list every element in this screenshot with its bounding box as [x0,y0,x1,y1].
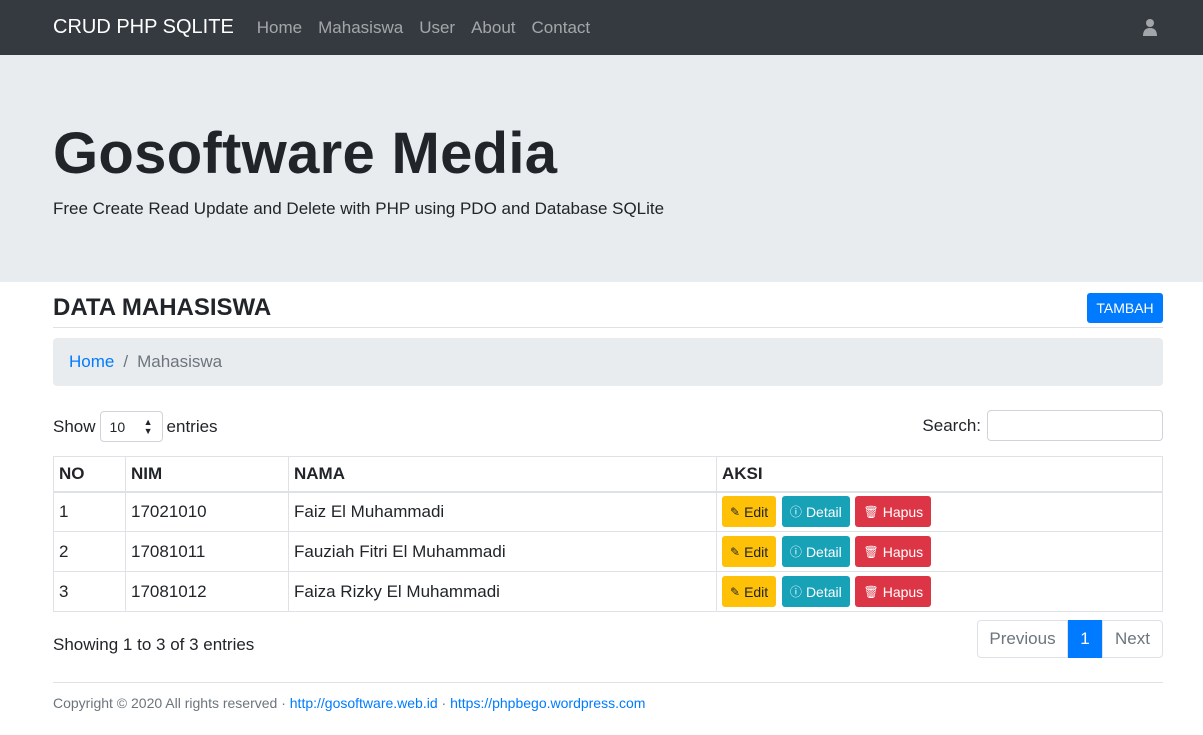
trash-icon: 🗑 [863,504,879,519]
footer-link-gosoftware[interactable]: http://gosoftware.web.id [290,695,438,711]
cell-aksi: ✎ Edit ⓘ Detail 🗑 Hapus [716,531,1163,572]
info-icon: ⓘ [789,505,802,520]
nav-link-user[interactable]: User [419,18,455,38]
delete-button[interactable]: 🗑 Hapus [855,536,932,567]
cell-aksi: ✎ Edit ⓘ Detail 🗑 Hapus [716,491,1163,532]
delete-label: Hapus [882,503,924,520]
info-icon: ⓘ [789,585,802,599]
breadcrumb-home-link[interactable]: Home [69,352,114,372]
delete-button[interactable]: 🗑 Hapus [855,496,932,528]
detail-button[interactable]: ⓘ Detail [781,576,850,607]
pagination-previous[interactable]: Previous [977,620,1068,658]
edit-icon: ✎ [730,584,741,599]
search-control: Search: [922,410,1163,441]
table-header-row: NO NIM NAMA AKSI [53,456,1163,493]
navbar-brand[interactable]: CRUD PHP SQLITE [53,16,234,39]
detail-button[interactable]: ⓘ Detail [781,536,850,567]
footer-separator: · [441,695,447,711]
search-input[interactable] [987,410,1163,441]
edit-icon: ✎ [730,504,741,519]
edit-button[interactable]: ✎ Edit [722,576,777,607]
table-row: 3 17081012 Faiza Rizky El Muhammadi ✎ Edi… [53,571,1163,612]
jumbotron: Gosoftware Media Free Create Read Update… [0,55,1203,282]
main-container: DATA MAHASISWA TAMBAH Home / Mahasiswa S… [0,282,1203,711]
edit-button[interactable]: ✎ Edit [722,496,777,528]
cell-nim: 17021010 [125,491,289,532]
detail-label: Detail [805,583,842,600]
length-control: Show 10 ▲ ▼ entries [53,411,218,442]
cell-no: 3 [53,571,126,612]
page-title: DATA MAHASISWA [53,294,272,321]
column-header-nim[interactable]: NIM [125,456,289,493]
breadcrumb-separator: / [123,352,129,371]
cell-nim: 17081011 [125,531,289,572]
pagination-page-1[interactable]: 1 [1068,620,1102,658]
show-label: Show [53,416,96,436]
search-label: Search: [922,415,981,435]
jumbotron-title: Gosoftware Media [53,121,558,186]
user-icon[interactable] [1143,18,1157,36]
add-button[interactable]: TAMBAH [1087,293,1163,323]
footer-link-phpbego[interactable]: https://phpbego.wordpress.com [450,695,645,711]
entries-label: entries [166,416,218,436]
detail-button[interactable]: ⓘ Detail [781,496,850,528]
section-header: DATA MAHASISWA TAMBAH [53,282,1163,328]
nav-link-home[interactable]: Home [257,18,302,38]
trash-icon: 🗑 [863,584,879,599]
cell-no: 1 [53,491,126,532]
length-select[interactable]: 10 ▲ ▼ [99,411,163,442]
table-row: 1 17021010 Faiz El Muhammadi ✎ Edit ⓘ Deta… [53,491,1163,532]
pagination: Previous 1 Next [977,620,1163,658]
column-header-no[interactable]: NO [53,456,126,493]
breadcrumb: Home / Mahasiswa [53,338,1163,386]
sort-caret-icon: ▲ ▼ [143,416,153,436]
nav-link-contact[interactable]: Contact [532,18,591,38]
cell-nim: 17081012 [125,571,289,612]
cell-aksi: ✎ Edit ⓘ Detail 🗑 Hapus [716,571,1163,612]
copyright-text: Copyright © 2020 All rights reserved · [53,695,286,711]
trash-icon: 🗑 [863,544,879,559]
cell-nama: Faiza Rizky El Muhammadi [288,571,717,612]
page-footer: Copyright © 2020 All rights reserved · h… [53,682,1163,711]
navbar: CRUD PHP SQLITE Home Mahasiswa User Abou… [0,0,1203,55]
edit-label: Edit [744,543,769,560]
cell-no: 2 [53,531,126,572]
table-row: 2 17081011 Fauziah Fitri El Muhammadi ✎ E… [53,531,1163,572]
breadcrumb-active: Mahasiswa [137,352,223,371]
edit-label: Edit [744,583,769,600]
column-header-nama[interactable]: NAMA [288,456,717,493]
table-footer: Showing 1 to 3 of 3 entries Previous 1 N… [53,612,1163,682]
detail-label: Detail [805,543,842,560]
nav-link-mahasiswa[interactable]: Mahasiswa [318,18,403,38]
edit-icon: ✎ [730,544,741,559]
delete-button[interactable]: 🗑 Hapus [855,576,932,607]
info-icon: ⓘ [789,545,802,559]
delete-label: Hapus [882,583,924,600]
detail-label: Detail [805,503,842,520]
length-value: 10 [109,418,126,435]
edit-label: Edit [744,503,769,520]
table-controls: Show 10 ▲ ▼ entries Search: [53,386,1163,456]
table-info: Showing 1 to 3 of 3 entries [53,635,255,654]
column-header-aksi[interactable]: AKSI [716,456,1163,493]
pagination-next[interactable]: Next [1102,620,1163,658]
jumbotron-subtitle: Free Create Read Update and Delete with … [53,199,665,218]
mahasiswa-table: NO NIM NAMA AKSI 1 17021010 Faiz El Muha… [53,456,1163,612]
edit-button[interactable]: ✎ Edit [722,536,777,567]
cell-nama: Faiz El Muhammadi [288,491,717,532]
nav-link-about[interactable]: About [471,18,515,38]
delete-label: Hapus [882,543,924,560]
cell-nama: Fauziah Fitri El Muhammadi [288,531,717,572]
